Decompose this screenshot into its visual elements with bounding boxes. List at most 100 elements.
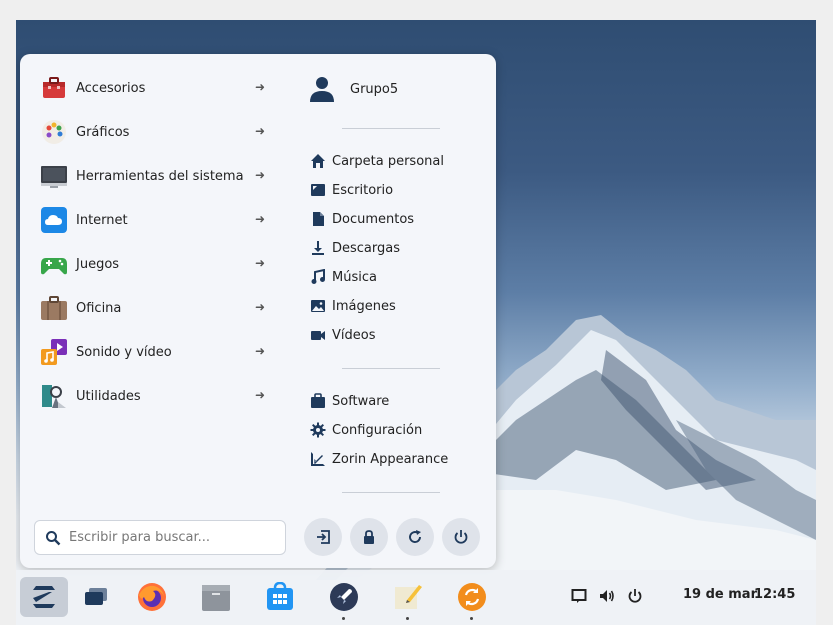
palette-icon	[42, 120, 66, 144]
category-internet[interactable]: Internet ➜	[40, 202, 270, 238]
arrow-right-icon: ➜	[254, 80, 266, 94]
category-label: Herramientas del sistema	[76, 168, 244, 184]
app-label: Zorin Appearance	[332, 451, 449, 467]
document-icon	[313, 212, 324, 226]
place-descargas[interactable]: Descargas	[310, 235, 480, 261]
rocket-icon	[330, 583, 358, 611]
place-label: Imágenes	[332, 298, 396, 314]
zorin-menu-button[interactable]	[20, 577, 68, 617]
lock-button[interactable]	[350, 518, 388, 556]
update-icon	[458, 583, 486, 611]
user-account[interactable]: Grupo5	[308, 72, 478, 106]
gear-icon	[310, 422, 326, 438]
place-musica[interactable]: Música	[310, 264, 480, 290]
utilities-icon	[42, 385, 66, 408]
category-accesorios[interactable]: Accesorios ➜	[40, 70, 270, 106]
place-escritorio[interactable]: Escritorio	[310, 177, 480, 203]
place-label: Documentos	[332, 211, 415, 227]
arrow-right-icon: ➜	[254, 388, 266, 402]
monitor-icon	[41, 166, 67, 188]
place-imagenes[interactable]: Imágenes	[310, 293, 480, 319]
category-label: Sonido y vídeo	[76, 344, 172, 360]
running-indicator	[406, 617, 409, 620]
restart-button[interactable]	[396, 518, 434, 556]
notifications-icon[interactable]	[571, 588, 587, 604]
power-menu-icon[interactable]	[627, 588, 643, 604]
clock-time[interactable]: 12:45	[754, 587, 795, 602]
category-juegos[interactable]: Juegos ➜	[40, 246, 270, 282]
taskbar-updater[interactable]	[452, 577, 492, 617]
toolbox-icon	[43, 77, 65, 98]
category-label: Internet	[76, 212, 128, 228]
notes-icon	[395, 585, 422, 609]
place-videos[interactable]: Vídeos	[310, 322, 480, 348]
user-icon	[310, 77, 334, 102]
category-label: Accesorios	[76, 80, 146, 96]
power-button[interactable]	[442, 518, 480, 556]
running-indicator	[342, 617, 345, 620]
place-label: Escritorio	[332, 182, 394, 198]
taskbar-files[interactable]	[196, 577, 236, 617]
app-software[interactable]: Software	[310, 388, 480, 414]
separator	[342, 128, 440, 129]
logout-button[interactable]	[304, 518, 342, 556]
power-icon	[454, 530, 468, 544]
taskbar-firefox[interactable]	[132, 577, 172, 617]
place-label: Descargas	[332, 240, 401, 256]
volume-icon[interactable]	[599, 588, 615, 604]
clock-date[interactable]: 19 de mar	[683, 587, 757, 602]
category-oficina[interactable]: Oficina ➜	[40, 290, 270, 326]
arrow-right-icon: ➜	[254, 300, 266, 314]
place-label: Vídeos	[332, 327, 376, 343]
arrow-right-icon: ➜	[254, 212, 266, 226]
place-label: Carpeta personal	[332, 153, 444, 169]
place-documentos[interactable]: Documentos	[310, 206, 480, 232]
app-label: Configuración	[332, 422, 423, 438]
search-icon	[46, 530, 61, 545]
restart-icon	[409, 530, 421, 543]
search-box[interactable]	[34, 520, 286, 555]
media-icon	[41, 339, 67, 365]
arrow-right-icon: ➜	[254, 344, 266, 358]
taskbar: 19 de mar 12:45	[16, 570, 816, 625]
search-input[interactable]	[69, 530, 269, 545]
gamepad-icon	[41, 258, 67, 275]
arrow-right-icon: ➜	[254, 256, 266, 270]
start-menu: Accesorios ➜ Gráficos ➜ Herramientas del…	[20, 54, 496, 568]
lock-icon	[364, 530, 374, 544]
folder-icon	[202, 585, 230, 611]
category-utilidades[interactable]: Utilidades ➜	[40, 378, 270, 414]
place-carpeta-personal[interactable]: Carpeta personal	[310, 148, 480, 174]
taskbar-workspaces[interactable]	[76, 577, 116, 617]
briefcase-icon	[311, 393, 325, 408]
image-icon	[311, 300, 325, 312]
category-label: Utilidades	[76, 388, 141, 404]
arrow-right-icon: ➜	[254, 124, 266, 138]
taskbar-launcher[interactable]	[324, 577, 364, 617]
category-herramientas[interactable]: Herramientas del sistema ➜	[40, 158, 270, 194]
category-label: Juegos	[76, 256, 120, 272]
place-label: Música	[332, 269, 377, 285]
separator	[342, 368, 440, 369]
home-icon	[311, 154, 325, 168]
briefcase-icon	[41, 296, 67, 320]
cloud-icon	[41, 207, 67, 233]
windows-icon	[85, 588, 107, 605]
separator	[342, 492, 440, 493]
download-icon	[312, 241, 324, 255]
category-label: Oficina	[76, 300, 122, 316]
taskbar-software[interactable]	[260, 577, 300, 617]
video-icon	[311, 331, 325, 340]
arrow-right-icon: ➜	[254, 168, 266, 182]
running-indicator	[470, 617, 473, 620]
category-label: Gráficos	[76, 124, 130, 140]
category-sonido[interactable]: Sonido y vídeo ➜	[40, 334, 270, 370]
app-configuracion[interactable]: Configuración	[310, 417, 480, 443]
taskbar-text-editor[interactable]	[388, 577, 428, 617]
firefox-icon	[138, 583, 166, 611]
zorin-appearance-icon	[311, 452, 325, 466]
desktop: Accesorios ➜ Gráficos ➜ Herramientas del…	[16, 20, 816, 625]
app-zorin-appearance[interactable]: Zorin Appearance	[310, 446, 480, 472]
store-icon	[267, 582, 293, 610]
category-graficos[interactable]: Gráficos ➜	[40, 114, 270, 150]
